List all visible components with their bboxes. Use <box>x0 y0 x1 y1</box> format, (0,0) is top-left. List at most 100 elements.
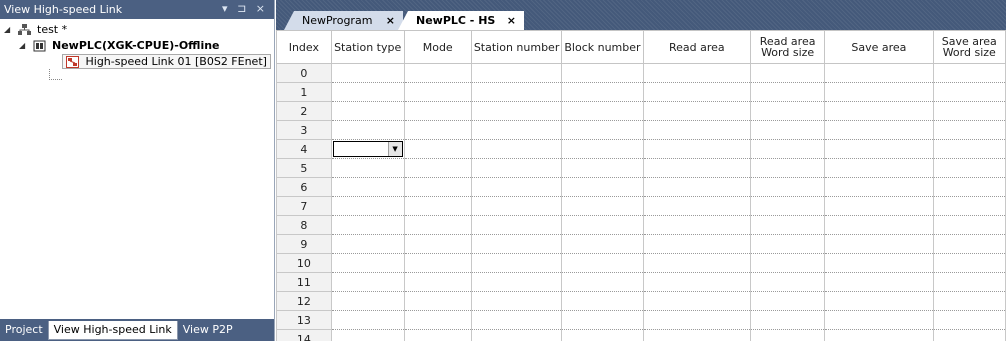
cell-read-area[interactable] <box>642 120 752 140</box>
close-icon[interactable]: × <box>386 11 395 30</box>
tab-view-high-speed-link[interactable]: View High-speed Link <box>47 321 178 340</box>
cell-read-word-size[interactable] <box>750 234 826 254</box>
row-index[interactable]: 3 <box>276 120 332 140</box>
header-save-area[interactable]: Save area <box>824 30 934 64</box>
cell-station-number[interactable] <box>470 215 563 235</box>
cell-block-number[interactable] <box>561 63 644 83</box>
panel-controls[interactable]: ▾ ⊐ × <box>222 2 268 15</box>
cell-station-number[interactable] <box>470 234 563 254</box>
cell-read-area[interactable] <box>642 329 752 341</box>
cell-station-type[interactable] <box>330 196 405 216</box>
cell-read-area[interactable] <box>642 196 752 216</box>
table-row[interactable]: 4 ▼ <box>276 139 1006 159</box>
row-index[interactable]: 7 <box>276 196 332 216</box>
table-row[interactable]: 7 <box>276 196 1006 216</box>
table-row[interactable]: 14 <box>276 329 1006 341</box>
cell-station-type[interactable] <box>330 120 405 140</box>
cell-save-area[interactable] <box>824 120 934 140</box>
cell-station-number[interactable] <box>470 253 563 273</box>
cell-block-number[interactable] <box>561 329 644 341</box>
cell-read-word-size[interactable] <box>750 158 826 178</box>
cell-read-area[interactable] <box>642 272 752 292</box>
cell-save-word-size[interactable] <box>932 120 1006 140</box>
cell-save-area[interactable] <box>824 272 934 292</box>
tree-item-root[interactable]: ◢ test * <box>4 22 67 38</box>
table-row[interactable]: 1 <box>276 82 1006 102</box>
cell-station-type[interactable] <box>330 101 405 121</box>
cell-read-word-size[interactable] <box>750 139 826 159</box>
cell-station-number[interactable] <box>470 82 563 102</box>
header-save-word-size[interactable]: Save area Word size <box>932 30 1006 64</box>
cell-block-number[interactable] <box>561 139 644 159</box>
cell-mode[interactable] <box>403 329 472 341</box>
cell-read-area[interactable] <box>642 63 752 83</box>
cell-block-number[interactable] <box>561 310 644 330</box>
row-index[interactable]: 6 <box>276 177 332 197</box>
table-row[interactable]: 10 <box>276 253 1006 273</box>
cell-mode[interactable] <box>403 120 472 140</box>
cell-station-number[interactable] <box>470 120 563 140</box>
cell-block-number[interactable] <box>561 158 644 178</box>
cell-station-number[interactable] <box>470 101 563 121</box>
header-read-area[interactable]: Read area <box>642 30 752 64</box>
cell-save-word-size[interactable] <box>932 139 1006 159</box>
cell-mode[interactable] <box>403 310 472 330</box>
cell-block-number[interactable] <box>561 234 644 254</box>
cell-mode[interactable] <box>403 177 472 197</box>
row-index[interactable]: 8 <box>276 215 332 235</box>
cell-save-word-size[interactable] <box>932 253 1006 273</box>
cell-read-word-size[interactable] <box>750 177 826 197</box>
cell-save-area[interactable] <box>824 329 934 341</box>
cell-read-word-size[interactable] <box>750 329 826 341</box>
row-index[interactable]: 9 <box>276 234 332 254</box>
cell-read-word-size[interactable] <box>750 82 826 102</box>
cell-station-type[interactable] <box>330 215 405 235</box>
row-index[interactable]: 10 <box>276 253 332 273</box>
cell-save-area[interactable] <box>824 253 934 273</box>
cell-station-number[interactable] <box>470 272 563 292</box>
tab-project[interactable]: Project <box>0 321 48 339</box>
cell-save-area[interactable] <box>824 310 934 330</box>
cell-mode[interactable] <box>403 196 472 216</box>
row-index[interactable]: 13 <box>276 310 332 330</box>
table-row[interactable]: 13 <box>276 310 1006 330</box>
cell-save-word-size[interactable] <box>932 310 1006 330</box>
cell-save-area[interactable] <box>824 291 934 311</box>
cell-save-word-size[interactable] <box>932 82 1006 102</box>
row-index[interactable]: 0 <box>276 63 332 83</box>
expand-arrow-icon[interactable]: ◢ <box>19 38 28 54</box>
cell-station-number[interactable] <box>470 63 563 83</box>
cell-mode[interactable] <box>403 291 472 311</box>
cell-station-number[interactable] <box>470 139 563 159</box>
table-row[interactable]: 2 <box>276 101 1006 121</box>
cell-save-area[interactable] <box>824 101 934 121</box>
header-index[interactable]: Index <box>276 30 332 64</box>
cell-block-number[interactable] <box>561 120 644 140</box>
cell-read-area[interactable] <box>642 234 752 254</box>
cell-station-type[interactable] <box>330 253 405 273</box>
cell-save-word-size[interactable] <box>932 272 1006 292</box>
tab-view-p2p[interactable]: View P2P <box>178 321 238 339</box>
cell-read-area[interactable] <box>642 177 752 197</box>
cell-save-area[interactable] <box>824 234 934 254</box>
cell-read-word-size[interactable] <box>750 310 826 330</box>
cell-read-word-size[interactable] <box>750 253 826 273</box>
cell-read-word-size[interactable] <box>750 196 826 216</box>
cell-station-number[interactable] <box>470 177 563 197</box>
row-index[interactable]: 4 <box>276 139 332 159</box>
cell-station-type[interactable] <box>330 272 405 292</box>
cell-station-type[interactable] <box>330 234 405 254</box>
cell-read-area[interactable] <box>642 215 752 235</box>
cell-station-type[interactable] <box>330 329 405 341</box>
cell-station-number[interactable] <box>470 291 563 311</box>
header-station-type[interactable]: Station type <box>330 30 405 64</box>
cell-read-word-size[interactable] <box>750 215 826 235</box>
row-index[interactable]: 11 <box>276 272 332 292</box>
dropdown-arrow-icon[interactable]: ▼ <box>387 142 402 156</box>
cell-station-number[interactable] <box>470 310 563 330</box>
cell-block-number[interactable] <box>561 101 644 121</box>
cell-read-area[interactable] <box>642 310 752 330</box>
cell-save-area[interactable] <box>824 82 934 102</box>
cell-mode[interactable] <box>403 234 472 254</box>
cell-station-number[interactable] <box>470 158 563 178</box>
